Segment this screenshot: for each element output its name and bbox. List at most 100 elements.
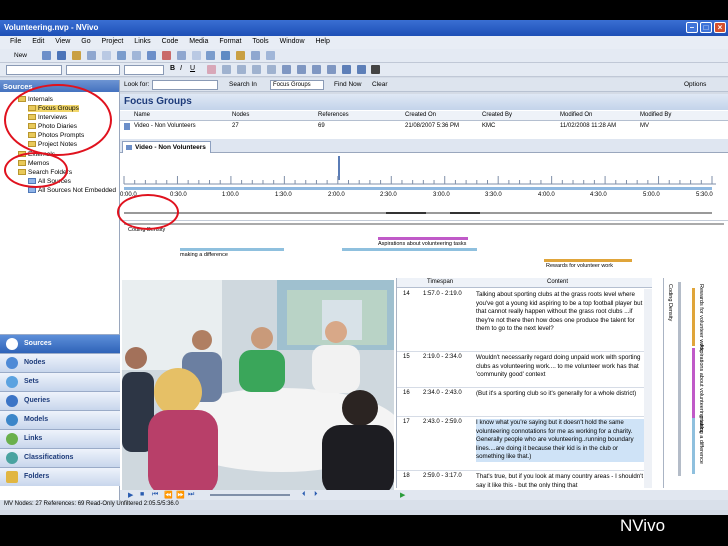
stripe-rewards[interactable] <box>544 259 632 262</box>
skip-forward-button[interactable]: ⏭ <box>188 491 194 499</box>
mark-end-button[interactable]: ⏵ <box>314 491 318 499</box>
stripe-making-a-difference[interactable] <box>180 248 284 251</box>
image-icon[interactable] <box>356 65 366 74</box>
col-modified-by[interactable]: Modified By <box>640 112 671 118</box>
highlight-icon[interactable] <box>207 65 216 74</box>
table-icon[interactable] <box>341 65 351 74</box>
maximize-button[interactable]: □ <box>700 22 712 33</box>
mark-start-button[interactable]: ⏴ <box>302 491 306 499</box>
nav-queries[interactable]: Queries <box>0 391 120 410</box>
nav-links[interactable]: Links <box>0 429 120 448</box>
clear-button[interactable]: Clear <box>372 81 388 88</box>
menu-tools[interactable]: Tools <box>252 38 268 45</box>
font-select[interactable] <box>66 65 120 75</box>
play-button[interactable]: ▶ <box>128 491 133 499</box>
col-modified-on[interactable]: Modified On <box>560 112 592 118</box>
paste-icon[interactable] <box>101 51 111 60</box>
numbering-icon[interactable] <box>296 65 306 74</box>
transcript-row[interactable]: 15 2:19.0 - 2:34.0 Wouldn't necessarily … <box>397 352 652 388</box>
bullets-icon[interactable] <box>281 65 291 74</box>
menu-help[interactable]: Help <box>315 38 329 45</box>
redo-icon[interactable] <box>131 51 141 60</box>
new-button[interactable]: New <box>14 52 27 59</box>
col-name[interactable]: Name <box>134 112 150 118</box>
font-size-select[interactable] <box>124 65 164 75</box>
delete-icon[interactable] <box>161 51 171 60</box>
copy-icon[interactable] <box>86 51 96 60</box>
underline-button[interactable]: U <box>190 65 195 72</box>
menu-format[interactable]: Format <box>219 38 241 45</box>
search-in-select[interactable]: Focus Groups <box>270 80 324 90</box>
col-timespan[interactable]: Timespan <box>427 279 453 285</box>
help-icon[interactable] <box>266 51 276 60</box>
menu-code[interactable]: Code <box>162 38 179 45</box>
align-right-icon[interactable] <box>251 65 261 74</box>
side-stripe-rewards[interactable] <box>692 288 695 346</box>
transcript-row[interactable]: 14 1:57.0 - 2:19.0 Talking about sportin… <box>397 289 652 352</box>
transcript-row[interactable]: 18 2:59.0 - 3:17.0 That's true, but if y… <box>397 471 652 488</box>
minimize-button[interactable]: – <box>686 22 698 33</box>
table-row[interactable]: Video - Non Volunteers 27 69 21/08/2007 … <box>120 122 728 132</box>
nav-folders[interactable]: Folders <box>0 467 120 486</box>
media-timeline[interactable]: 0:00.0 0:30.0 1:00.0 1:30.0 2:00.0 2:30.… <box>120 154 728 218</box>
transcript-row-selected[interactable]: 17 2:43.0 - 2:59.0 I know what you're sa… <box>397 417 652 471</box>
save-icon[interactable] <box>56 51 66 60</box>
transcript-row[interactable]: 16 2:34.0 - 2:43.0 (But it's a sporting … <box>397 388 652 417</box>
bold-button[interactable]: B <box>170 65 175 72</box>
menu-file[interactable]: File <box>10 38 21 45</box>
italic-button[interactable]: I <box>180 65 182 72</box>
nav-sets[interactable]: Sets <box>0 372 120 391</box>
justify-icon[interactable] <box>266 65 276 74</box>
volume-slider[interactable] <box>210 494 290 496</box>
video-player[interactable] <box>122 280 394 496</box>
nav-models[interactable]: Models <box>0 410 120 429</box>
menu-media[interactable]: Media <box>189 38 208 45</box>
align-left-icon[interactable] <box>221 65 231 74</box>
tab-video-non-volunteers[interactable]: Video - Non Volunteers <box>122 141 211 153</box>
side-stripe-aspirations[interactable] <box>692 348 695 428</box>
close-button[interactable]: × <box>714 22 726 33</box>
indent-icon[interactable] <box>311 65 321 74</box>
outdent-icon[interactable] <box>326 65 336 74</box>
menu-view[interactable]: View <box>55 38 70 45</box>
cut-icon[interactable] <box>71 51 81 60</box>
menu-links[interactable]: Links <box>134 38 150 45</box>
stripe-aspirations[interactable] <box>378 237 468 240</box>
align-center-icon[interactable] <box>236 65 246 74</box>
col-created-on[interactable]: Created On <box>405 112 436 118</box>
play-mode-button[interactable]: ▶ <box>400 491 405 499</box>
model-icon[interactable] <box>236 51 246 60</box>
fast-forward-button[interactable]: ⏩ <box>176 491 185 499</box>
find-now-button[interactable]: Find Now <box>334 81 361 88</box>
col-content[interactable]: Content <box>547 279 568 285</box>
menu-go[interactable]: Go <box>81 38 90 45</box>
undo-icon[interactable] <box>116 51 126 60</box>
print-icon[interactable] <box>191 51 201 60</box>
menu-window[interactable]: Window <box>280 38 305 45</box>
link-icon[interactable] <box>146 51 156 60</box>
style-select[interactable] <box>6 65 62 75</box>
binoculars-icon[interactable] <box>371 65 381 74</box>
nav-nodes[interactable]: Nodes <box>0 353 120 372</box>
nav-classifications[interactable]: Classifications <box>0 448 120 467</box>
menu-project[interactable]: Project <box>102 38 124 45</box>
options-button[interactable]: Options <box>684 81 706 88</box>
search-in-button[interactable]: Search In <box>229 81 257 88</box>
col-nodes[interactable]: Nodes <box>232 112 249 118</box>
skip-back-button[interactable]: ⏮ <box>152 491 158 499</box>
side-stripe-making-a-difference[interactable] <box>692 418 695 474</box>
query-icon[interactable] <box>221 51 231 60</box>
rewind-button[interactable]: ⏪ <box>164 491 173 499</box>
look-for-input[interactable] <box>152 80 218 90</box>
nav-sources[interactable]: Sources <box>0 334 120 353</box>
col-created-by[interactable]: Created By <box>482 112 512 118</box>
stop-button[interactable]: ■ <box>140 491 144 498</box>
find-icon[interactable] <box>206 51 216 60</box>
properties-icon[interactable] <box>176 51 186 60</box>
tree-all-sources-not-embedded[interactable]: All Sources Not Embedded <box>28 187 116 194</box>
transcript-scrollbar[interactable] <box>644 289 652 488</box>
menu-edit[interactable]: Edit <box>32 38 44 45</box>
stripe-making-a-difference-2[interactable] <box>342 248 477 251</box>
open-icon[interactable] <box>42 51 51 60</box>
memo-icon[interactable] <box>251 51 261 60</box>
